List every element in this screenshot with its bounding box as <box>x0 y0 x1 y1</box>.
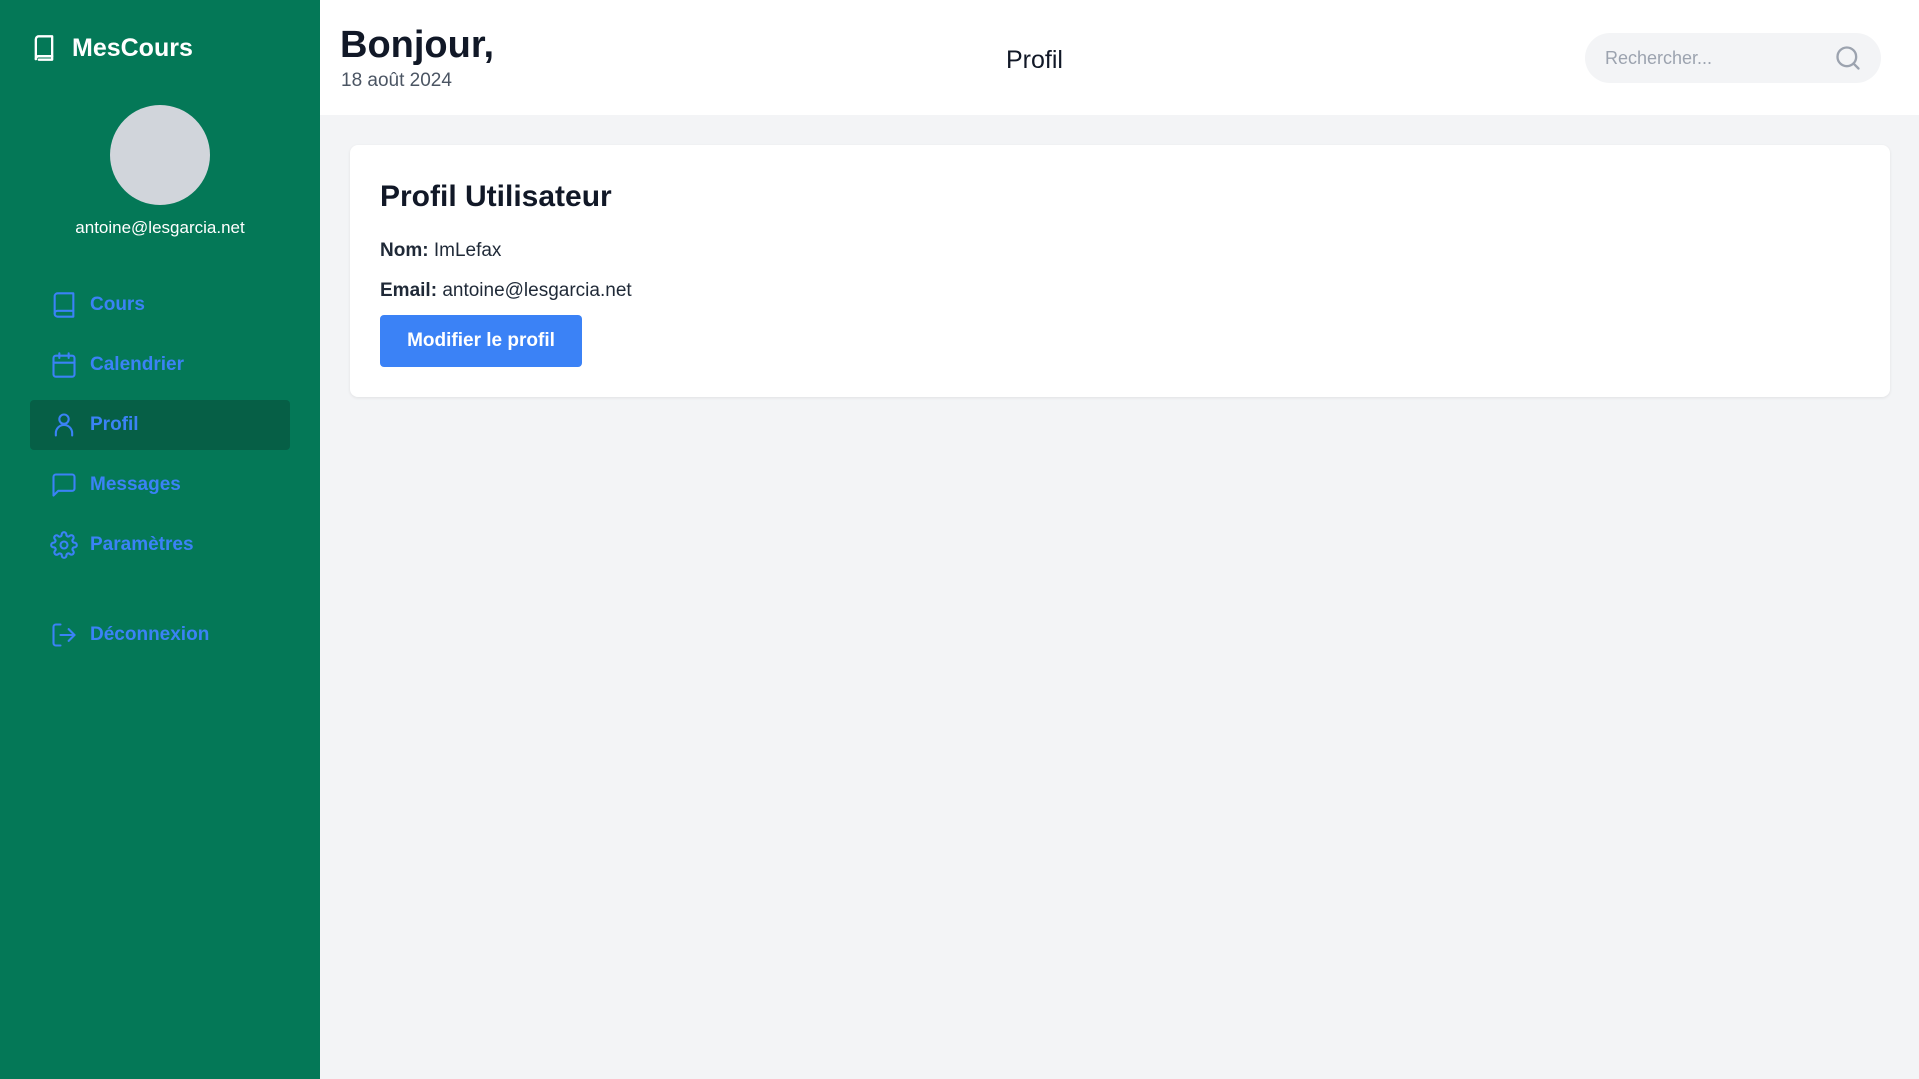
sidebar-item-messages[interactable]: Messages <box>30 460 290 510</box>
calendar-icon <box>52 352 76 378</box>
message-icon <box>52 473 76 497</box>
user-icon <box>54 413 74 437</box>
logout-label: Déconnexion <box>90 624 210 645</box>
profile-email-row: Email: antoine@lesgarcia.net <box>380 280 632 302</box>
sidebar-item-profil[interactable]: Profil <box>30 400 290 450</box>
greeting: Bonjour, <box>340 24 495 66</box>
sidebar-item-label: Profil <box>90 414 139 435</box>
app-name: MesCours <box>72 33 193 62</box>
book-icon <box>53 292 75 318</box>
sidebar-item-label: Paramètres <box>90 534 194 555</box>
sidebar-item-label: Cours <box>90 294 145 315</box>
avatar[interactable] <box>110 105 210 205</box>
page-title: Profil <box>1006 46 1063 74</box>
logout-button[interactable]: Déconnexion <box>30 610 290 660</box>
logout-icon <box>52 623 76 647</box>
name-value: ImLefax <box>433 240 502 261</box>
email-label: Email: <box>380 280 438 301</box>
search-icon[interactable] <box>1834 44 1862 72</box>
search-input[interactable] <box>1585 33 1835 83</box>
sidebar-item-calendrier[interactable]: Calendrier <box>30 340 290 390</box>
sidebar-item-label: Calendrier <box>90 354 184 375</box>
current-date: 18 août 2024 <box>341 70 452 91</box>
name-label: Nom: <box>380 240 429 261</box>
sidebar-item-label: Messages <box>90 474 181 495</box>
profile-card: Profil Utilisateur Nom: ImLefax Email: a… <box>350 145 1890 397</box>
profile-title: Profil Utilisateur <box>380 180 612 213</box>
sidebar-item-cours[interactable]: Cours <box>30 280 290 330</box>
profile-name-row: Nom: ImLefax <box>380 240 501 262</box>
top-header: Bonjour, 18 août 2024 Profil <box>320 0 1919 115</box>
edit-profile-button[interactable]: Modifier le profil <box>380 315 582 367</box>
gear-icon <box>50 531 78 559</box>
sidebar-item-parametres[interactable]: Paramètres <box>30 520 290 570</box>
book-icon <box>34 35 54 61</box>
email-value: antoine@lesgarcia.net <box>442 280 632 301</box>
brand[interactable]: MesCours <box>30 32 193 64</box>
sidebar: MesCours antoine@lesgarcia.net Cours Cal… <box>0 0 320 1079</box>
search-box <box>1585 33 1881 83</box>
user-email: antoine@lesgarcia.net <box>75 218 245 237</box>
